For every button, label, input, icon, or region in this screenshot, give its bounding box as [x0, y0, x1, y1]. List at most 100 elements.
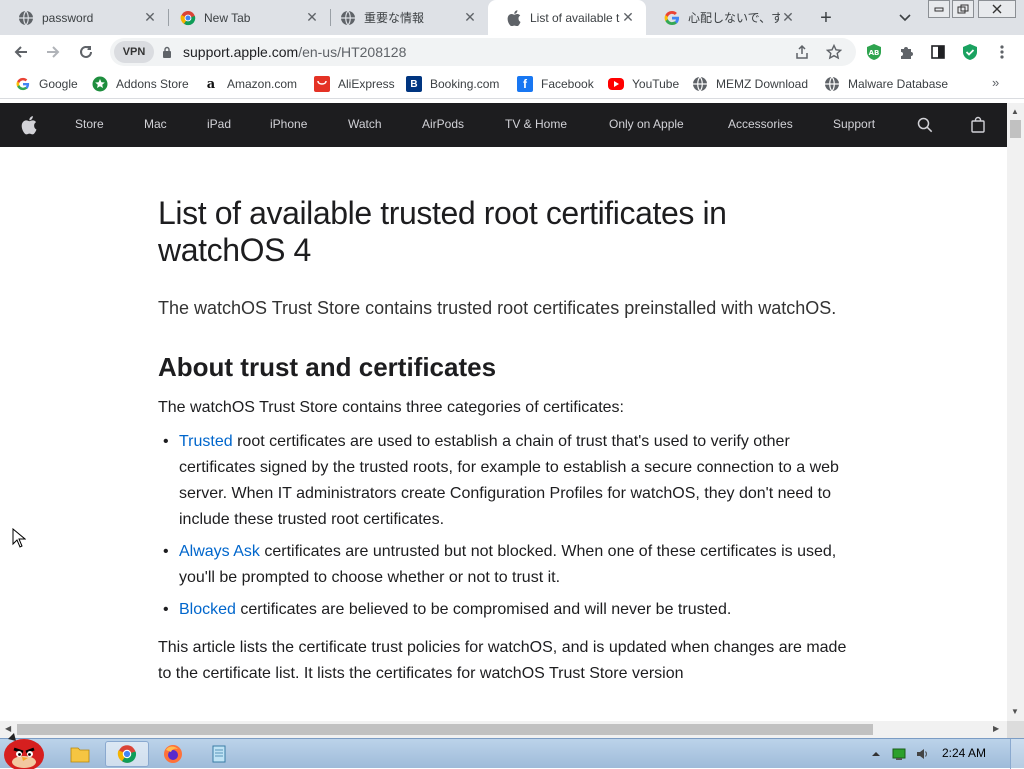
search-icon[interactable]: [916, 116, 934, 134]
close-window-button[interactable]: [978, 0, 1016, 18]
bookmarks-overflow-button[interactable]: »: [992, 75, 999, 90]
facebook-icon: f: [517, 76, 533, 92]
adblock-label: AB: [869, 49, 880, 57]
restore-button[interactable]: [952, 0, 974, 18]
scrollbar-corner: [1007, 721, 1024, 738]
new-tab-button[interactable]: +: [814, 6, 838, 30]
nav-only-on-apple[interactable]: Only on Apple: [609, 117, 684, 131]
bookmark-aliexpress[interactable]: AliExpress: [314, 75, 395, 93]
menu-kebab-icon[interactable]: [994, 43, 1010, 61]
vertical-scrollbar[interactable]: ▲ ▼: [1007, 103, 1024, 721]
nav-mac[interactable]: Mac: [144, 117, 167, 131]
booking-icon: B: [406, 76, 422, 92]
bookmark-star-icon[interactable]: [824, 42, 844, 62]
bookmark-booking[interactable]: B Booking.com: [406, 75, 499, 93]
nav-accessories[interactable]: Accessories: [728, 117, 793, 131]
adblock-extension-icon[interactable]: AB: [865, 43, 883, 61]
minimize-button[interactable]: [928, 0, 950, 18]
nav-support[interactable]: Support: [833, 117, 875, 131]
tab-new-tab[interactable]: New Tab ✕: [162, 0, 330, 35]
tab-dont-worry[interactable]: 心配しないで、す ✕: [646, 0, 806, 35]
lock-icon[interactable]: [162, 46, 172, 58]
taskbar-explorer[interactable]: [58, 741, 102, 767]
url-text[interactable]: support.apple.com/en-us/HT208128: [183, 44, 406, 60]
volume-icon[interactable]: [915, 747, 929, 761]
reload-button[interactable]: [74, 40, 98, 64]
vpn-badge[interactable]: VPN: [114, 41, 154, 63]
scroll-up-icon[interactable]: ▲: [1011, 107, 1019, 116]
bookmark-label: Google: [39, 77, 78, 91]
bookmark-facebook[interactable]: f Facebook: [517, 75, 594, 93]
nav-store[interactable]: Store: [75, 117, 104, 131]
nav-watch[interactable]: Watch: [348, 117, 382, 131]
taskbar-chrome[interactable]: [105, 741, 149, 767]
bookmark-label: Malware Database: [848, 77, 949, 91]
close-icon[interactable]: ✕: [142, 9, 158, 26]
horizontal-scrollbar[interactable]: ◀ ▶: [0, 721, 1007, 738]
tab-title: 重要な情報: [364, 11, 425, 25]
tab-title: List of available tr: [530, 10, 620, 25]
arrow-right-icon: [47, 46, 60, 58]
shopping-bag-icon[interactable]: [969, 116, 987, 134]
bookmark-label: Facebook: [541, 77, 594, 91]
bookmark-addons-store[interactable]: Addons Store: [92, 75, 189, 93]
firefox-icon: [164, 745, 182, 763]
bookmark-youtube[interactable]: YouTube: [608, 75, 679, 93]
close-icon[interactable]: ✕: [780, 9, 796, 26]
tab-password[interactable]: password ✕: [0, 0, 168, 35]
scrollbar-thumb[interactable]: [1010, 120, 1021, 138]
restore-icon: [957, 4, 969, 14]
share-icon[interactable]: [792, 42, 812, 62]
blocked-link[interactable]: Blocked: [179, 601, 236, 618]
sidepanel-icon[interactable]: [929, 43, 947, 61]
bookmark-malware-database[interactable]: Malware Database: [824, 75, 948, 93]
close-icon[interactable]: ✕: [620, 9, 636, 26]
list-item-text: certificates are untrusted but not block…: [179, 543, 837, 586]
certificate-categories-list: Trusted root certificates are used to es…: [158, 429, 858, 623]
nav-ipad[interactable]: iPad: [207, 117, 231, 131]
bookmark-label: Addons Store: [116, 77, 189, 91]
section-intro: The watchOS Trust Store contains three c…: [158, 399, 624, 416]
google-icon: [664, 10, 680, 26]
start-button-angry-bird-icon[interactable]: [2, 731, 50, 769]
google-icon: [15, 76, 31, 92]
taskbar-notepad[interactable]: [197, 741, 241, 767]
amazon-icon: a: [206, 76, 216, 92]
globe-icon: [692, 76, 708, 92]
apple-logo-icon[interactable]: [21, 115, 37, 135]
scroll-down-icon[interactable]: ▼: [1011, 707, 1019, 716]
scroll-right-icon[interactable]: ▶: [993, 724, 999, 733]
page-title: List of available trusted root certifica…: [158, 195, 727, 268]
youtube-icon: [608, 78, 624, 90]
bookmark-amazon[interactable]: a Amazon.com: [203, 75, 297, 93]
bookmarks-bar: Google Addons Store a Amazon.com AliExpr…: [0, 69, 1024, 99]
arrow-left-icon: [14, 46, 27, 58]
nav-airpods[interactable]: AirPods: [422, 117, 464, 131]
taskbar-firefox[interactable]: [151, 741, 195, 767]
tab-search-button[interactable]: [893, 6, 917, 30]
back-button[interactable]: [9, 40, 33, 64]
puzzle-extension-icon[interactable]: [897, 43, 915, 61]
trusted-link[interactable]: Trusted: [179, 433, 233, 450]
nav-iphone[interactable]: iPhone: [270, 117, 307, 131]
shield-extension-icon[interactable]: [961, 43, 979, 61]
nav-tv-home[interactable]: TV & Home: [505, 117, 567, 131]
tab-certificates-active[interactable]: List of available tr ✕: [488, 0, 646, 35]
forward-button[interactable]: [41, 40, 65, 64]
globe-icon: [824, 76, 840, 92]
tab-important-info[interactable]: 重要な情報 ✕: [322, 0, 488, 35]
show-desktop-button[interactable]: [1010, 739, 1024, 769]
close-icon[interactable]: ✕: [462, 9, 478, 26]
tray-overflow-icon[interactable]: [869, 747, 883, 761]
always-ask-link[interactable]: Always Ask: [179, 543, 260, 560]
taskbar-clock[interactable]: 2:24 AM: [942, 746, 986, 760]
address-bar[interactable]: VPN support.apple.com/en-us/HT208128: [110, 38, 856, 66]
mouse-cursor-icon: [12, 528, 26, 548]
scrollbar-thumb[interactable]: [17, 724, 873, 735]
network-icon[interactable]: [892, 747, 906, 761]
close-icon[interactable]: ✕: [304, 9, 320, 26]
globe-icon: [18, 10, 34, 26]
bookmark-memz-download[interactable]: MEMZ Download: [692, 75, 808, 93]
bookmark-google[interactable]: Google: [15, 75, 78, 93]
article: List of available trusted root certifica…: [158, 195, 858, 687]
